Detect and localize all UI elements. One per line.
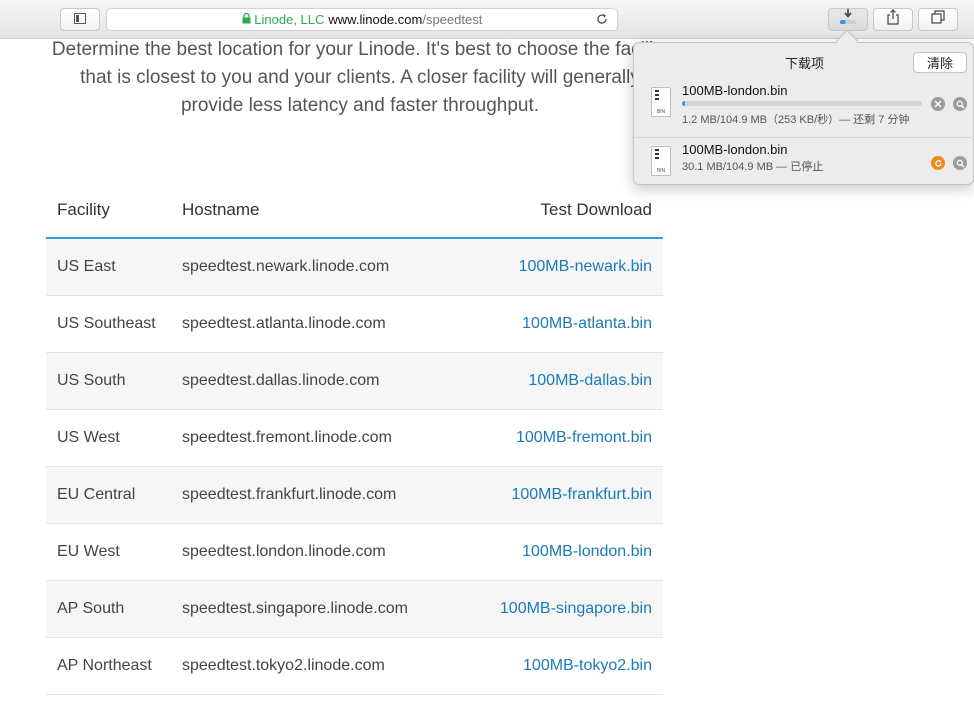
hostname-cell: speedtest.fremont.linode.com — [182, 429, 392, 446]
download-cell: 100MB-atlanta.bin — [482, 315, 663, 333]
download-link[interactable]: 100MB-fremont.bin — [516, 429, 652, 446]
download-link[interactable]: 100MB-atlanta.bin — [522, 315, 652, 332]
hostname-cell: speedtest.london.linode.com — [182, 543, 386, 560]
download-link[interactable]: 100MB-dallas.bin — [528, 372, 652, 389]
stop-download-icon[interactable] — [931, 97, 945, 111]
sidebar-icon — [74, 11, 86, 29]
hostname-cell: speedtest.tokyo2.linode.com — [182, 657, 385, 674]
facility-cell: EU West — [57, 543, 120, 560]
facility-cell: AP Northeast — [57, 657, 152, 674]
file-ext: BIN — [656, 109, 666, 115]
table-row: AP South speedtest.singapore.linode.com 10… — [46, 581, 663, 638]
address-bar[interactable]: Linode, LLC www.linode.com/speedtest — [106, 8, 618, 31]
table-row: US South speedtest.dallas.linode.com 100MB… — [46, 353, 663, 410]
facility-cell: EU Central — [57, 486, 136, 503]
downloads-popover: 下载项 清除 BIN 100MB-london.bin 1.2 MB/104.9… — [633, 42, 974, 185]
header-facility: Facility — [57, 199, 110, 219]
tabs-button[interactable] — [918, 8, 958, 31]
intro-text: Determine the best location for your Lin… — [51, 39, 669, 116]
speedtest-table: Facility Hostname Test Download US East s… — [46, 182, 663, 695]
hostname-cell: speedtest.frankfurt.linode.com — [182, 486, 397, 503]
browser-toolbar: Linode, LLC www.linode.com/speedtest — [0, 0, 974, 39]
file-icon: BIN — [651, 146, 671, 176]
download-link[interactable]: 100MB-tokyo2.bin — [523, 657, 652, 674]
download-filename: 100MB-london.bin — [682, 83, 788, 98]
reveal-in-finder-icon[interactable] — [953, 97, 967, 111]
download-status: 30.1 MB/104.9 MB — 已停止 — [682, 161, 824, 173]
table-row: EU Central speedtest.frankfurt.linode.com… — [46, 467, 663, 524]
hostname-cell: speedtest.atlanta.linode.com — [182, 315, 386, 332]
file-icon: BIN — [651, 87, 671, 117]
file-ext: BIN — [656, 168, 666, 174]
facility-cell: US South — [57, 372, 126, 389]
reveal-in-finder-icon[interactable] — [953, 156, 967, 170]
download-filename: 100MB-london.bin — [682, 142, 788, 157]
table-row: AP Northeast speedtest.tokyo2.linode.com 1… — [46, 638, 663, 695]
table-body: US East speedtest.newark.linode.com 100MB-… — [46, 239, 663, 695]
hostname-cell: speedtest.dallas.linode.com — [182, 372, 380, 389]
clear-button[interactable]: 清除 — [913, 52, 967, 73]
reload-icon[interactable] — [595, 12, 609, 29]
download-link[interactable]: 100MB-frankfurt.bin — [511, 486, 652, 503]
secure-label: Linode, LLC — [254, 12, 325, 27]
table-header: Facility Hostname Test Download — [46, 182, 663, 239]
header-test-download: Test Download — [540, 199, 652, 219]
lock-icon — [242, 12, 251, 24]
download-cell: 100MB-tokyo2.bin — [482, 657, 663, 675]
downloads-button[interactable] — [828, 8, 868, 31]
facility-cell: US West — [57, 429, 120, 446]
download-link[interactable]: 100MB-singapore.bin — [500, 600, 652, 617]
download-item[interactable]: BIN 100MB-london.bin 30.1 MB/104.9 MB — … — [634, 137, 974, 191]
url-domain: www.linode.com — [328, 12, 423, 27]
table-row: US East speedtest.newark.linode.com 100MB-… — [46, 239, 663, 296]
facility-cell: US East — [57, 258, 116, 275]
hostname-cell: speedtest.newark.linode.com — [182, 258, 390, 275]
download-icon — [838, 8, 858, 31]
sidebar-button[interactable] — [60, 8, 100, 31]
table-row: EU West speedtest.london.linode.com 100MB-… — [46, 524, 663, 581]
download-cell: 100MB-frankfurt.bin — [482, 486, 663, 504]
table-row: US West speedtest.fremont.linode.com 100MB… — [46, 410, 663, 467]
secure-indicator: Linode, LLC — [242, 12, 325, 27]
facility-cell: US Southeast — [57, 315, 156, 332]
resume-download-icon[interactable] — [931, 156, 945, 170]
share-button[interactable] — [873, 8, 913, 31]
download-status: 1.2 MB/104.9 MB（253 KB/秒）— 还剩 7 分钟 — [682, 114, 910, 126]
download-link[interactable]: 100MB-newark.bin — [519, 258, 652, 275]
download-progress-bar — [682, 101, 922, 106]
download-cell: 100MB-london.bin — [482, 543, 663, 561]
header-hostname: Hostname — [182, 199, 260, 219]
tabs-icon — [931, 10, 945, 29]
share-icon — [886, 9, 900, 30]
download-link[interactable]: 100MB-london.bin — [522, 543, 652, 560]
hostname-cell: speedtest.singapore.linode.com — [182, 600, 408, 617]
download-cell: 100MB-dallas.bin — [482, 372, 663, 390]
download-cell: 100MB-fremont.bin — [482, 429, 663, 447]
download-item[interactable]: BIN 100MB-london.bin 1.2 MB/104.9 MB（253… — [634, 79, 974, 133]
download-cell: 100MB-newark.bin — [482, 258, 663, 276]
url-path: /speedtest — [422, 12, 483, 27]
table-row: US Southeast speedtest.atlanta.linode.com… — [46, 296, 663, 353]
download-cell: 100MB-singapore.bin — [482, 600, 663, 618]
facility-cell: AP South — [57, 600, 125, 617]
